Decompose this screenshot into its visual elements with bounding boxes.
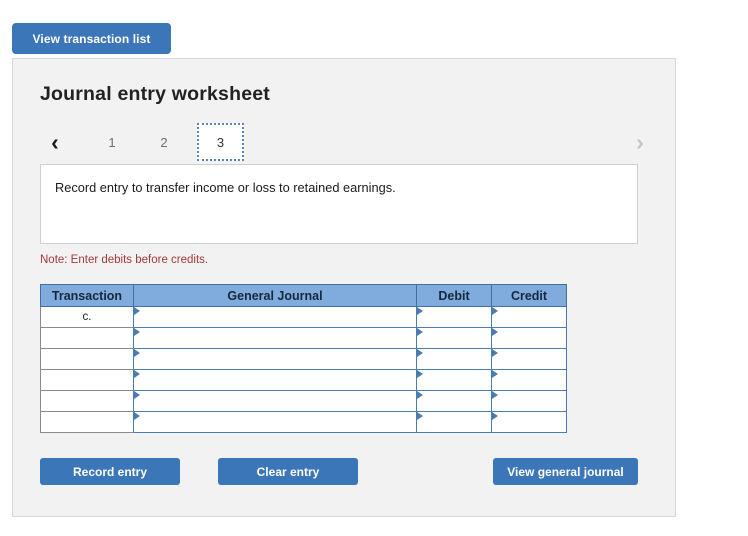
table-row (40, 411, 567, 433)
note-text: Note: Enter debits before credits. (40, 254, 209, 266)
record-entry-button[interactable]: Record entry (40, 458, 180, 485)
debit-cell[interactable] (416, 306, 492, 328)
clear-entry-button[interactable]: Clear entry (218, 458, 358, 485)
worksheet-pager: ‹ 1 2 3 › (40, 121, 655, 163)
transaction-label: c. (40, 306, 134, 328)
transaction-label (40, 369, 134, 391)
credit-cell[interactable] (491, 306, 567, 328)
general-journal-input[interactable] (134, 370, 416, 390)
table-row (40, 327, 567, 349)
credit-cell[interactable] (491, 327, 567, 349)
debit-input[interactable] (417, 349, 491, 369)
general-journal-input[interactable] (134, 412, 416, 432)
debit-cell[interactable] (416, 411, 492, 433)
debit-cell[interactable] (416, 390, 492, 412)
table-row (40, 369, 567, 391)
credit-input[interactable] (492, 349, 566, 369)
credit-input[interactable] (492, 391, 566, 411)
journal-entry-table: Transaction General Journal Debit Credit… (40, 284, 567, 433)
debit-input[interactable] (417, 307, 491, 327)
debit-input[interactable] (417, 412, 491, 432)
table-header-row: Transaction General Journal Debit Credit (40, 284, 567, 307)
transaction-label (40, 348, 134, 370)
general-journal-input[interactable] (134, 307, 416, 327)
debit-input[interactable] (417, 328, 491, 348)
general-journal-input[interactable] (134, 349, 416, 369)
column-header-debit: Debit (416, 284, 492, 307)
table-row: c. (40, 306, 567, 328)
general-journal-input[interactable] (134, 391, 416, 411)
instruction-box: Record entry to transfer income or loss … (40, 164, 638, 244)
pager-page-2[interactable]: 2 (147, 125, 181, 159)
general-journal-cell[interactable] (133, 327, 417, 349)
credit-cell[interactable] (491, 369, 567, 391)
general-journal-cell[interactable] (133, 348, 417, 370)
general-journal-input[interactable] (134, 328, 416, 348)
pager-page-3[interactable]: 3 (197, 123, 244, 161)
credit-input[interactable] (492, 412, 566, 432)
table-row (40, 390, 567, 412)
transaction-label (40, 411, 134, 433)
credit-input[interactable] (492, 370, 566, 390)
page-root: View transaction list Journal entry work… (0, 0, 748, 536)
debit-cell[interactable] (416, 369, 492, 391)
debit-input[interactable] (417, 391, 491, 411)
debit-cell[interactable] (416, 348, 492, 370)
credit-cell[interactable] (491, 411, 567, 433)
credit-cell[interactable] (491, 390, 567, 412)
credit-cell[interactable] (491, 348, 567, 370)
chevron-left-icon[interactable]: ‹ (40, 121, 70, 163)
column-header-credit: Credit (491, 284, 567, 307)
credit-input[interactable] (492, 307, 566, 327)
general-journal-cell[interactable] (133, 411, 417, 433)
page-title: Journal entry worksheet (40, 83, 271, 105)
table-row (40, 348, 567, 370)
chevron-right-icon[interactable]: › (625, 121, 655, 163)
general-journal-cell[interactable] (133, 390, 417, 412)
debit-cell[interactable] (416, 327, 492, 349)
credit-input[interactable] (492, 328, 566, 348)
column-header-transaction: Transaction (40, 284, 134, 307)
transaction-label (40, 327, 134, 349)
column-header-general-journal: General Journal (133, 284, 417, 307)
transaction-label (40, 390, 134, 412)
debit-input[interactable] (417, 370, 491, 390)
general-journal-cell[interactable] (133, 369, 417, 391)
pager-page-1[interactable]: 1 (95, 125, 129, 159)
general-journal-cell[interactable] (133, 306, 417, 328)
journal-entry-panel: Journal entry worksheet ‹ 1 2 3 › Record… (12, 58, 676, 517)
view-transaction-list-button[interactable]: View transaction list (12, 23, 171, 54)
view-general-journal-button[interactable]: View general journal (493, 458, 638, 485)
